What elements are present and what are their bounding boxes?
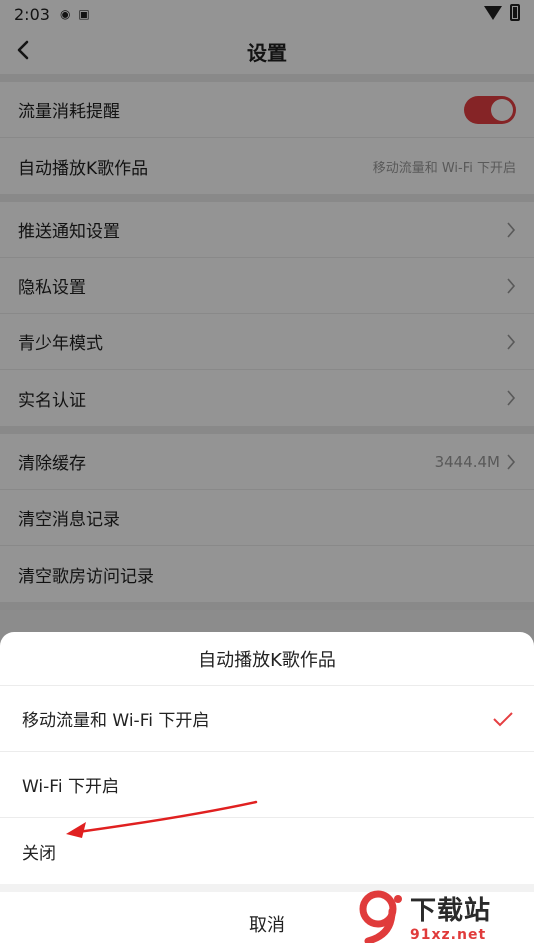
watermark-url: 91xz.net [410, 926, 487, 943]
watermark-logo-icon [358, 889, 404, 945]
watermark-name: 下载站 [410, 895, 492, 926]
option-label: Wi-Fi 下开启 [22, 777, 119, 797]
option-label: 移动流量和 Wi-Fi 下开启 [22, 711, 210, 731]
sheet-title: 自动播放K歌作品 [0, 632, 534, 686]
option-mobile-and-wifi[interactable]: 移动流量和 Wi-Fi 下开启 [0, 686, 534, 752]
option-label: 关闭 [22, 843, 56, 864]
checkmark-icon [492, 710, 514, 728]
annotation-arrow-icon [66, 800, 258, 838]
watermark: 下载站 91xz.net [358, 886, 528, 946]
